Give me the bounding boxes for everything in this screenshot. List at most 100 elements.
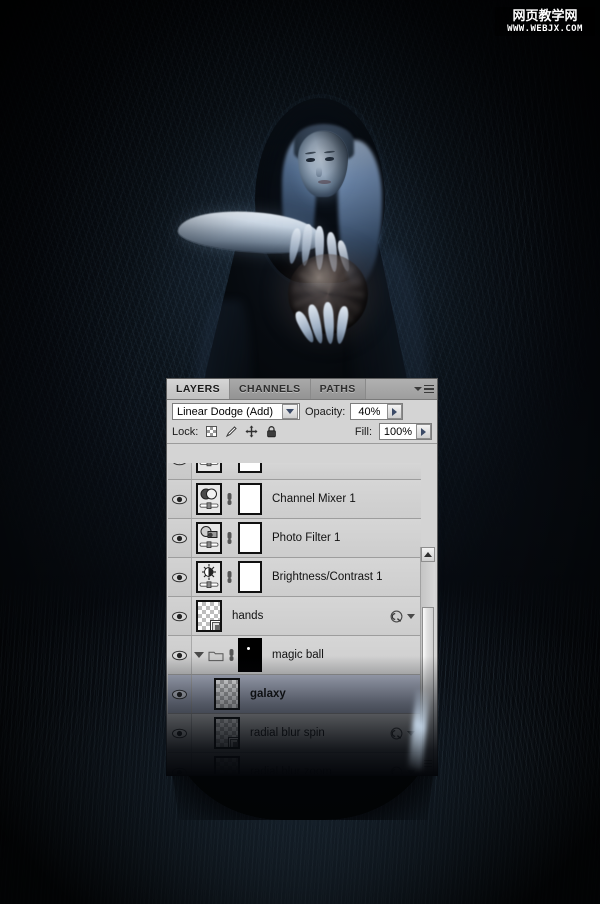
layer-row-actions[interactable]: [390, 610, 421, 623]
eye-icon: [173, 463, 186, 466]
layer-thumbnail-wrap[interactable]: [192, 717, 240, 749]
blend-opacity-row: Linear Dodge (Add) Opacity: 40%: [167, 400, 437, 422]
layer-visibility-toggle[interactable]: [168, 753, 192, 774]
lock-position-icon[interactable]: [245, 425, 258, 438]
eye-icon: [172, 767, 187, 774]
panel-tabbar: LAYERS CHANNELS PATHS: [167, 379, 437, 400]
layer-name: radial blur spin: [250, 727, 325, 739]
resize-grip-icon[interactable]: [424, 760, 432, 767]
layer-mask-thumbnail[interactable]: [238, 463, 262, 473]
layers-scrollbar[interactable]: [420, 547, 435, 774]
link-icon[interactable]: [224, 531, 234, 545]
watermark-site-name: 网页教学网: [512, 8, 578, 24]
tab-channels[interactable]: CHANNELS: [230, 379, 311, 399]
table-row[interactable]: hands: [168, 597, 421, 636]
lock-all-icon[interactable]: [265, 425, 278, 438]
layer-effects-icon[interactable]: [390, 610, 403, 623]
eye-left: [305, 157, 316, 162]
chevron-down-icon[interactable]: [407, 730, 415, 736]
chevron-down-icon: [194, 652, 204, 658]
layers-list[interactable]: Color Balance 1: [168, 463, 436, 774]
link-icon[interactable]: [224, 570, 234, 584]
link-icon[interactable]: [224, 463, 234, 464]
panel-menu-icon[interactable]: [411, 379, 437, 399]
scroll-up-arrow-icon[interactable]: [421, 547, 435, 562]
chevron-right-icon[interactable]: [416, 424, 431, 439]
layer-mask-thumbnail[interactable]: [238, 561, 262, 593]
smart-object-badge-icon: [228, 737, 238, 747]
opacity-field[interactable]: 40%: [350, 403, 404, 420]
layer-visibility-toggle[interactable]: [168, 597, 192, 635]
layer-thumbnail-wrap[interactable]: [192, 678, 240, 710]
table-row[interactable]: radial blur spin: [168, 714, 421, 753]
link-icon[interactable]: [226, 648, 236, 662]
group-disclosure-triangle[interactable]: [192, 652, 206, 658]
layer-visibility-toggle[interactable]: [168, 480, 192, 518]
layer-name: Brightness/Contrast 1: [272, 571, 383, 583]
menu-lines-icon: [424, 384, 434, 394]
layer-thumbnail-wrap[interactable]: [192, 522, 262, 554]
layer-visibility-toggle[interactable]: [168, 463, 192, 479]
finger: [322, 301, 336, 345]
layer-thumbnail-wrap[interactable]: [192, 483, 262, 515]
layer-thumbnail[interactable]: [196, 600, 222, 632]
eye-icon: [172, 650, 187, 660]
chevron-down-icon: [414, 387, 422, 391]
chevron-right-icon[interactable]: [387, 404, 403, 419]
layer-row-actions[interactable]: [390, 766, 421, 775]
brightness-contrast-icon: [196, 561, 222, 593]
chevron-down-icon[interactable]: [282, 404, 298, 419]
layers-panel[interactable]: LAYERS CHANNELS PATHS Linear Dodge (Add)…: [166, 378, 438, 776]
group-mask-thumbnail[interactable]: [238, 638, 262, 672]
layer-visibility-toggle[interactable]: [168, 558, 192, 596]
fill-field[interactable]: 100%: [379, 423, 432, 440]
table-row[interactable]: galaxy: [168, 675, 421, 714]
fill-value[interactable]: 100%: [380, 426, 416, 438]
blend-mode-value: Linear Dodge (Add): [177, 405, 274, 418]
tab-layers[interactable]: LAYERS: [167, 379, 231, 399]
layer-thumbnail-wrap[interactable]: [192, 600, 222, 632]
table-row[interactable]: Brightness/Contrast 1: [168, 558, 421, 597]
layer-thumbnail-wrap[interactable]: [192, 561, 262, 593]
layer-thumbnail-wrap[interactable]: [192, 463, 262, 473]
tab-paths[interactable]: PATHS: [310, 379, 366, 399]
chevron-down-icon[interactable]: [407, 769, 415, 774]
table-row[interactable]: magic ball: [168, 636, 421, 675]
layer-effects-icon[interactable]: [390, 766, 403, 775]
layer-row-actions[interactable]: [390, 727, 421, 740]
lock-image-pixels-icon[interactable]: [225, 425, 238, 438]
table-row[interactable]: Channel Mixer 1: [168, 480, 421, 519]
layer-visibility-toggle[interactable]: [168, 519, 192, 557]
chevron-down-icon[interactable]: [407, 613, 415, 619]
panel-frame: LAYERS CHANNELS PATHS Linear Dodge (Add)…: [166, 378, 438, 776]
layer-name: radial blur zoom: [250, 766, 332, 774]
scrollbar-thumb[interactable]: [422, 607, 434, 774]
eye-right: [324, 156, 335, 161]
layer-thumbnail-wrap[interactable]: [192, 756, 240, 774]
layer-visibility-toggle[interactable]: [168, 636, 192, 674]
lock-transparent-pixels-icon[interactable]: [205, 425, 218, 438]
layer-mask-thumbnail[interactable]: [238, 483, 262, 515]
layer-visibility-toggle[interactable]: [168, 714, 192, 752]
eye-icon: [172, 494, 187, 504]
table-row[interactable]: radial blur zoom: [168, 753, 421, 774]
opacity-value[interactable]: 40%: [351, 406, 387, 418]
mask-highlight-dot: [247, 647, 250, 650]
table-row[interactable]: Color Balance 1: [168, 463, 421, 480]
layer-thumbnail[interactable]: [214, 717, 240, 749]
layer-effects-icon[interactable]: [390, 727, 403, 740]
layer-thumbnail[interactable]: [214, 678, 240, 710]
watermark-url: WWW.WEBJX.COM: [507, 23, 583, 34]
layer-mask-thumbnail[interactable]: [238, 522, 262, 554]
layer-name: hands: [232, 610, 264, 622]
fill-label: Fill:: [354, 425, 372, 438]
smart-object-badge-icon: [210, 620, 220, 630]
watermark: 网页教学网 WWW.WEBJX.COM: [495, 7, 595, 36]
table-row[interactable]: Photo Filter 1: [168, 519, 421, 558]
link-icon[interactable]: [224, 492, 234, 506]
finger: [334, 305, 350, 345]
layer-visibility-toggle[interactable]: [168, 675, 192, 713]
layer-thumbnail[interactable]: [214, 756, 240, 774]
blend-mode-select[interactable]: Linear Dodge (Add): [172, 403, 300, 420]
layer-name: Photo Filter 1: [272, 532, 341, 544]
